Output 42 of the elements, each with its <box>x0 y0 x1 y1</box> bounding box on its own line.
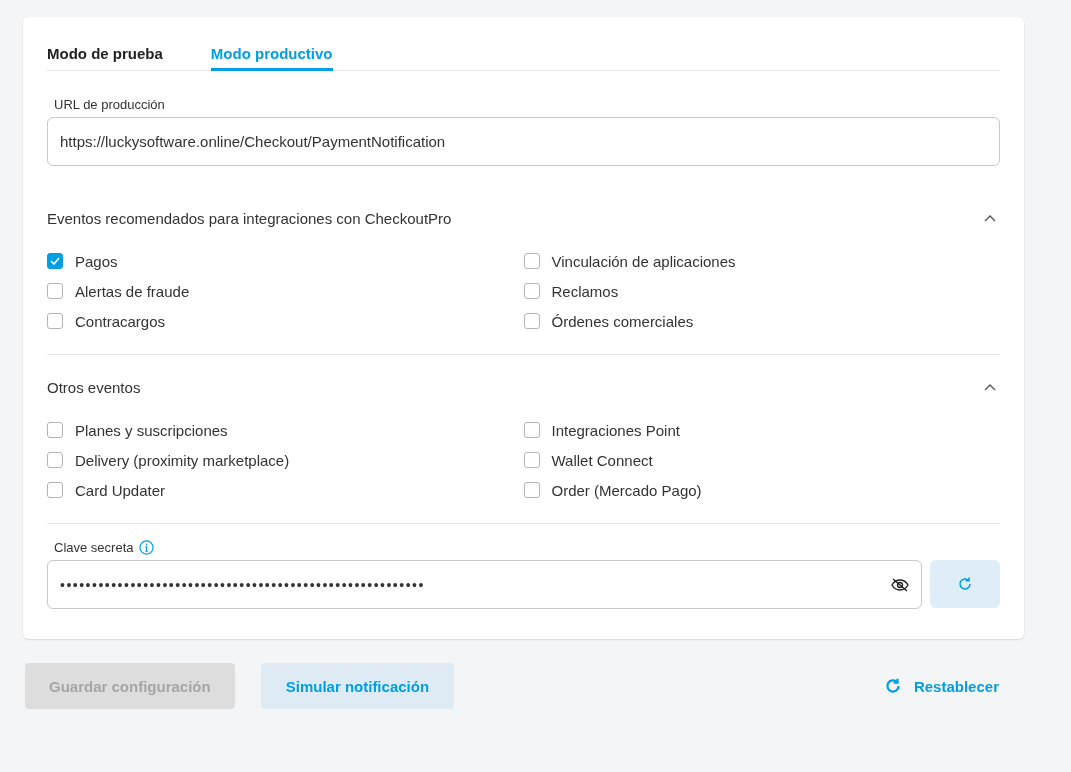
tab[interactable]: Modo productivo <box>210 43 333 71</box>
url-input-field[interactable]: https://luckysoftware.online/Checkout/PaymentNotification <box>47 117 1000 166</box>
checkbox[interactable] <box>523 452 540 468</box>
tab[interactable]: Modo de prueba <box>47 43 163 71</box>
section-title: Otros eventos <box>47 378 141 396</box>
chevron-up-icon[interactable] <box>984 214 996 222</box>
checkbox[interactable] <box>47 313 63 329</box>
refresh-icon <box>883 677 902 695</box>
field-label: URL de producción <box>54 97 166 112</box>
info-icon[interactable] <box>139 540 155 555</box>
checkbox-label: Órdenes comerciales <box>551 312 694 330</box>
section-title: Eventos recomendados para integraciones con CheckoutPro <box>47 209 452 227</box>
checkbox[interactable] <box>47 422 63 438</box>
checkbox-label: Card Updater <box>75 481 166 499</box>
checkbox[interactable] <box>523 253 540 269</box>
simulate-button[interactable]: Simular notificación <box>260 663 455 709</box>
reset-link[interactable]: Restablecer <box>883 663 999 709</box>
checkbox[interactable] <box>47 452 63 468</box>
checkbox-label: Pagos <box>75 252 118 270</box>
checkbox[interactable] <box>47 283 63 299</box>
checkbox-label: Planes y suscripciones <box>75 421 228 439</box>
secret-key-field[interactable]: ••••••••••••••••••••••••••••••••••••••••••••••••••••••••• <box>47 560 922 609</box>
checkbox-label: Vinculación de aplicaciones <box>551 252 736 270</box>
checkbox-label: Wallet Connect <box>551 451 653 469</box>
checkbox-label: Delivery (proximity marketplace) <box>75 451 290 469</box>
checkbox[interactable] <box>47 482 63 498</box>
checkbox-label: Order (Mercado Pago) <box>551 481 702 499</box>
refresh-icon <box>957 576 973 592</box>
checkbox[interactable] <box>47 253 63 269</box>
checkbox-label: Reclamos <box>551 282 619 300</box>
eye-slash-icon[interactable] <box>891 577 909 592</box>
checkbox-label: Alertas de fraude <box>75 282 190 300</box>
checkbox-label: Integraciones Point <box>551 421 680 439</box>
checkbox[interactable] <box>523 283 540 299</box>
regenerate-button[interactable] <box>930 560 1000 608</box>
checkmark-icon <box>50 257 60 265</box>
checkbox[interactable] <box>523 313 540 329</box>
chevron-up-icon[interactable] <box>984 383 996 391</box>
field-label: Clave secreta <box>54 540 134 555</box>
checkbox-label: Contracargos <box>75 312 166 330</box>
checkbox[interactable] <box>523 422 540 438</box>
checkbox[interactable] <box>523 482 540 498</box>
